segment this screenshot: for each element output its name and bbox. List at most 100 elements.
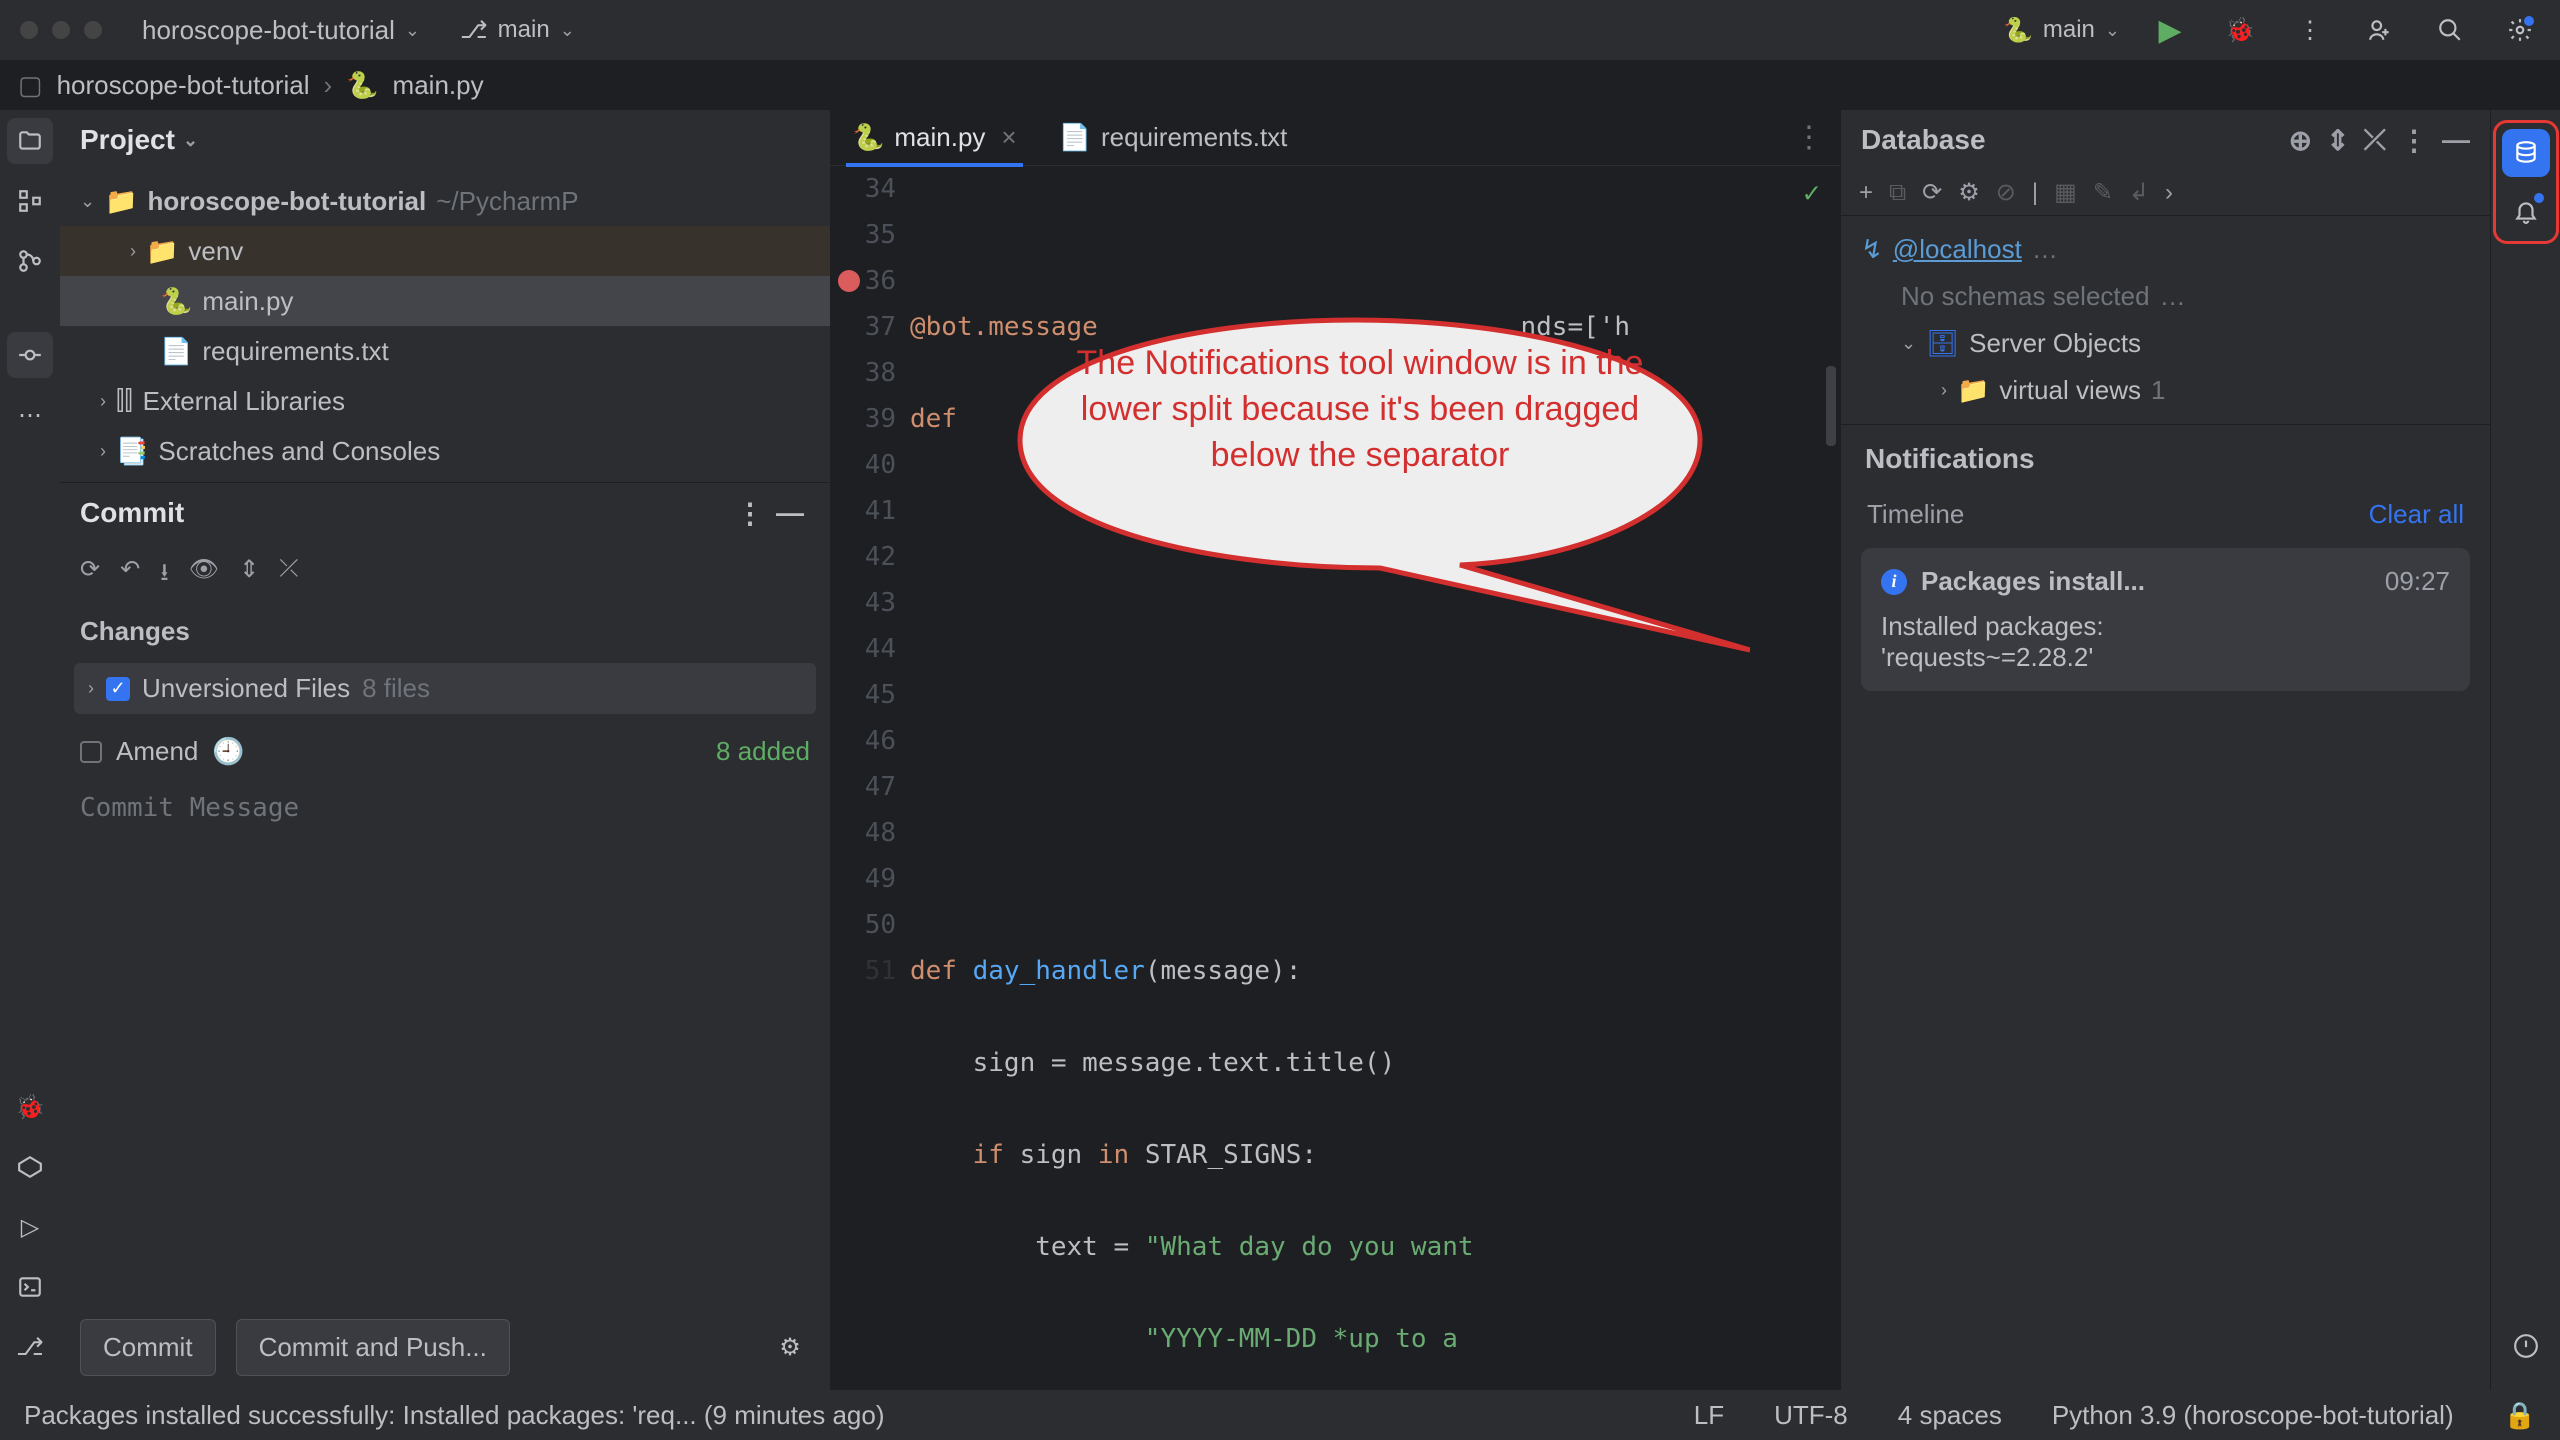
terminal-tool-button[interactable] bbox=[7, 1264, 53, 1310]
target-icon[interactable]: ⊕ bbox=[2289, 124, 2312, 157]
amend-checkbox[interactable] bbox=[80, 741, 102, 763]
rollback-icon[interactable]: ↶ bbox=[120, 555, 140, 596]
run-config-selector[interactable]: 🐍 main ⌄ bbox=[2003, 16, 2120, 45]
commit-settings-icon[interactable]: ⚙ bbox=[770, 1328, 810, 1368]
changes-header: Changes bbox=[60, 608, 830, 655]
tree-label: requirements.txt bbox=[202, 336, 388, 367]
settings-icon[interactable]: ⚙ bbox=[1958, 178, 1980, 207]
minimize-icon[interactable]: — bbox=[2442, 124, 2470, 157]
vcs-tool-button[interactable] bbox=[7, 238, 53, 284]
tree-scratches[interactable]: ›📑 Scratches and Consoles bbox=[60, 426, 830, 476]
annotation-callout: The Notifications tool window is in the … bbox=[960, 300, 1750, 660]
code-with-me-icon[interactable] bbox=[2360, 10, 2400, 50]
run-tool-button[interactable]: ▷ bbox=[7, 1204, 53, 1250]
history-icon[interactable]: 🕘 bbox=[212, 736, 244, 767]
jump-icon[interactable]: ↲ bbox=[2129, 178, 2149, 207]
structure-tool-button[interactable] bbox=[7, 178, 53, 224]
search-icon[interactable] bbox=[2430, 10, 2470, 50]
debug-tool-button[interactable]: 🐞 bbox=[7, 1084, 53, 1130]
encoding[interactable]: UTF-8 bbox=[1774, 1400, 1848, 1431]
commit-push-button[interactable]: Commit and Push... bbox=[236, 1319, 510, 1376]
breakpoint-icon[interactable] bbox=[838, 270, 860, 292]
database-toolbar: + ⧉ ⟳ ⚙ ⊘ | ▦ ✎ ↲ › bbox=[1841, 170, 2490, 216]
db-server-objects[interactable]: ⌄🗄 Server Objects bbox=[1861, 320, 2470, 367]
chevron-down-icon[interactable]: ⌄ bbox=[183, 130, 198, 151]
folder-icon: 📁 bbox=[146, 236, 178, 267]
services-tool-button[interactable] bbox=[7, 1144, 53, 1190]
project-tree[interactable]: ⌄📁 horoscope-bot-tutorial ~/PycharmP ›📁 … bbox=[60, 170, 830, 482]
status-message[interactable]: Packages installed successfully: Install… bbox=[24, 1400, 885, 1431]
database-tool-button[interactable] bbox=[2502, 129, 2550, 177]
clear-all-button[interactable]: Clear all bbox=[2369, 499, 2464, 530]
shelf-icon[interactable]: ⭳ bbox=[160, 555, 168, 596]
virtual-views-label: virtual views bbox=[1999, 375, 2141, 406]
unversioned-row[interactable]: › ✓ Unversioned Files 8 files bbox=[74, 663, 816, 714]
interpreter[interactable]: Python 3.9 (horoscope-bot-tutorial) bbox=[2052, 1400, 2454, 1431]
commit-options-icon[interactable]: ⋮ bbox=[730, 493, 770, 533]
more-tools-button[interactable]: ⋯ bbox=[7, 392, 53, 438]
tree-external-libs[interactable]: ›⫿⫿ External Libraries bbox=[60, 376, 830, 426]
expand-icon[interactable]: ⇕ bbox=[239, 555, 259, 596]
checkbox-checked-icon[interactable]: ✓ bbox=[106, 677, 130, 701]
add-icon[interactable]: + bbox=[1859, 179, 1873, 207]
inspection-ok-icon[interactable]: ✓ bbox=[1803, 170, 1820, 216]
refresh-icon[interactable]: ⟳ bbox=[1922, 178, 1942, 207]
db-host-row[interactable]: ↯ @localhost … bbox=[1861, 226, 2470, 273]
db-host[interactable]: @localhost bbox=[1893, 234, 2022, 265]
table-icon[interactable]: ▦ bbox=[2054, 178, 2077, 207]
breadcrumb-file[interactable]: main.py bbox=[393, 70, 484, 101]
commit-message-input[interactable]: Commit Message bbox=[60, 781, 830, 1305]
settings-icon[interactable] bbox=[2500, 10, 2540, 50]
gutter[interactable]: 343536373839404142434445464748495051 bbox=[830, 166, 910, 1390]
right-tool-stripe bbox=[2490, 110, 2560, 1390]
python-icon: 🐍 bbox=[852, 122, 884, 153]
diff-icon[interactable]: 👁 bbox=[189, 555, 219, 596]
tree-label: Scratches and Consoles bbox=[158, 436, 440, 467]
duplicate-icon[interactable]: ⧉ bbox=[1889, 179, 1906, 207]
project-panel-header: Project ⌄ bbox=[60, 110, 830, 170]
breadcrumb-root[interactable]: horoscope-bot-tutorial bbox=[57, 70, 310, 101]
line-separator[interactable]: LF bbox=[1694, 1400, 1724, 1431]
database-tree[interactable]: ↯ @localhost … No schemas selected … ⌄🗄 … bbox=[1841, 216, 2490, 424]
scrollbar[interactable] bbox=[1826, 366, 1836, 446]
tab-requirements[interactable]: 📄 requirements.txt bbox=[1053, 112, 1294, 163]
edit-icon[interactable]: ✎ bbox=[2093, 178, 2113, 207]
refresh-icon[interactable]: ⟳ bbox=[80, 555, 100, 596]
window-controls[interactable] bbox=[20, 21, 102, 39]
notifications-tool-button[interactable] bbox=[2502, 187, 2550, 235]
branch-selector[interactable]: ⎇ main ⌄ bbox=[460, 16, 575, 45]
expand-icon[interactable]: ⇕ bbox=[2326, 124, 2349, 157]
db-no-schemas[interactable]: No schemas selected … bbox=[1861, 273, 2470, 320]
close-icon[interactable]: × bbox=[1001, 122, 1016, 153]
chevron-down-icon: ⌄ bbox=[560, 20, 575, 41]
tabs-more-icon[interactable]: ⋮ bbox=[1794, 120, 1824, 155]
git-tool-button[interactable]: ⎇ bbox=[7, 1324, 53, 1370]
indent[interactable]: 4 spaces bbox=[1898, 1400, 2002, 1431]
stop-icon[interactable]: ⊘ bbox=[1996, 178, 2016, 207]
tree-requirements[interactable]: 📄 requirements.txt bbox=[60, 326, 830, 376]
more-icon[interactable]: ⋮ bbox=[2400, 124, 2428, 157]
tab-main-py[interactable]: 🐍 main.py × bbox=[846, 112, 1023, 163]
project-selector[interactable]: horoscope-bot-tutorial ⌄ bbox=[142, 15, 420, 46]
tree-venv[interactable]: ›📁 venv bbox=[60, 226, 830, 276]
chevron-right-icon[interactable]: › bbox=[2165, 179, 2173, 207]
more-menu[interactable]: ⋮ bbox=[2290, 10, 2330, 50]
project-tool-button[interactable] bbox=[7, 118, 53, 164]
run-button[interactable]: ▶ bbox=[2150, 10, 2190, 50]
debug-button[interactable]: 🐞 bbox=[2220, 10, 2260, 50]
commit-button[interactable]: Commit bbox=[80, 1319, 216, 1376]
tree-root-label: horoscope-bot-tutorial bbox=[147, 186, 426, 217]
collapse-icon[interactable]: ⤫ bbox=[279, 555, 298, 596]
commit-tool-button[interactable] bbox=[7, 332, 53, 378]
db-virtual-views[interactable]: ›📁 virtual views 1 bbox=[1861, 367, 2470, 414]
notification-body-line: 'requests~=2.28.2' bbox=[1881, 642, 2450, 673]
problems-tool-button[interactable] bbox=[2502, 1322, 2550, 1370]
notification-card[interactable]: i Packages install... 09:27 Installed pa… bbox=[1861, 548, 2470, 691]
lock-icon[interactable]: 🔒 bbox=[2504, 1400, 2536, 1431]
minimize-icon[interactable]: — bbox=[770, 493, 810, 533]
highlighted-tool-group bbox=[2493, 120, 2559, 244]
callout-text: The Notifications tool window is in the … bbox=[1040, 340, 1680, 478]
tree-root[interactable]: ⌄📁 horoscope-bot-tutorial ~/PycharmP bbox=[60, 176, 830, 226]
hide-icon[interactable]: ⤫ bbox=[2364, 124, 2386, 157]
tree-main-py[interactable]: 🐍 main.py bbox=[60, 276, 830, 326]
